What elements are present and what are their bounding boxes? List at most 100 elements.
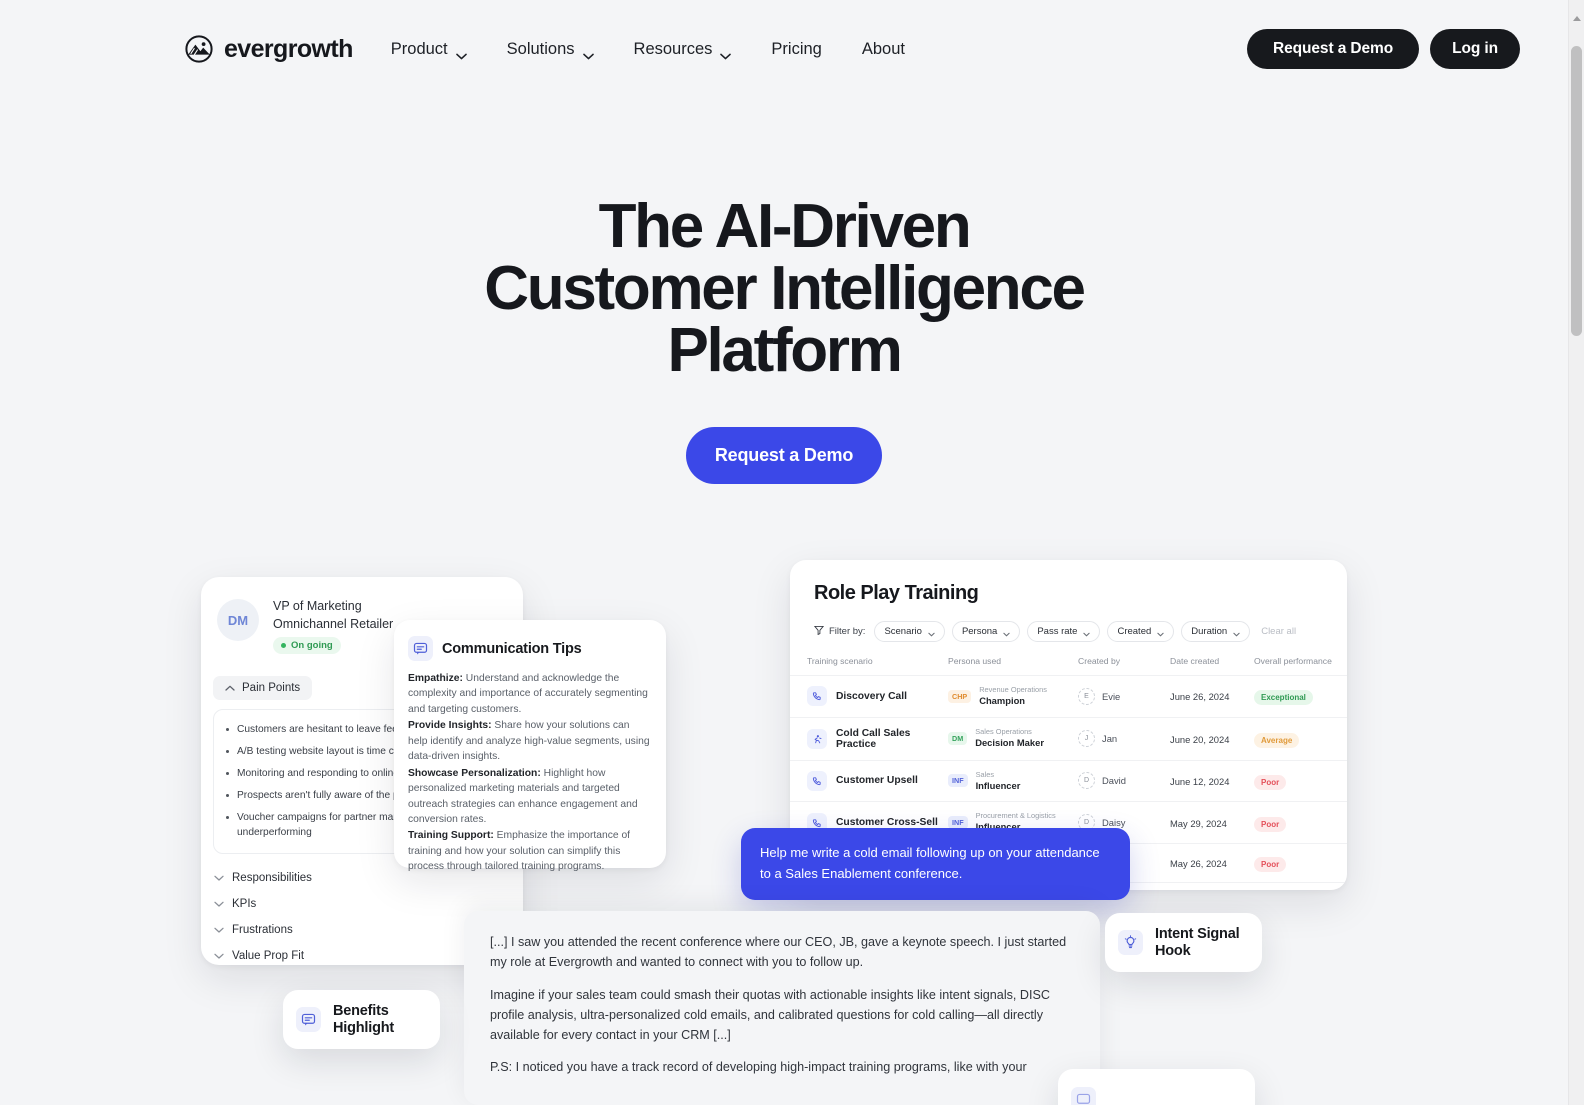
tip-item: Training Support: Emphasize the importan… (408, 828, 651, 874)
filter-chip-created[interactable]: Created (1107, 621, 1175, 642)
chat-bubble-icon (1071, 1086, 1096, 1105)
tag-label: Benefits Highlight (333, 1003, 395, 1036)
hero-line-3: Platform (667, 316, 902, 385)
clear-all-button[interactable]: Clear all (1261, 626, 1296, 637)
date-created: May 26, 2024 (1170, 857, 1227, 869)
landing-page: evergrowth Product Solutions Resources P… (0, 0, 1584, 1105)
tip-label: Training Support: (408, 830, 494, 842)
scenario-name: Cold Call Sales Practice (836, 727, 911, 750)
filter-chip-pass-rate[interactable]: Pass rate (1027, 621, 1101, 642)
persona-type: Champion (979, 694, 1026, 706)
table-row[interactable]: Discovery Call CHP Revenue Operations Ch… (790, 675, 1347, 718)
filter-by-label-group: Filter by: (813, 625, 865, 638)
nav-item-product-label: Product (390, 39, 448, 58)
partial-tag-card (1058, 1069, 1255, 1105)
mountain-circle-logo-icon (185, 35, 213, 63)
status-badge: Average (1254, 732, 1300, 748)
scenario-name: Customer Cross-Sell (836, 817, 938, 829)
scrollbar[interactable] (1568, 0, 1584, 1105)
date-created: June 20, 2024 (1170, 733, 1230, 745)
persona-dept: Procurement & Logistics (975, 811, 1056, 821)
scroll-up-arrow-icon[interactable] (1573, 16, 1581, 21)
nav-links: Product Solutions Resources Pricing Abou… (391, 40, 905, 59)
persona-type: Decision Maker (975, 737, 1044, 749)
sidebar-item-label: Responsibilities (232, 872, 312, 885)
pain-points-toggle[interactable]: Pain Points (213, 676, 313, 701)
persona-badge: CHP (948, 689, 972, 703)
filter-chip-label: Pass rate (1037, 626, 1078, 637)
communication-tips-title: Communication Tips (442, 640, 582, 657)
column-header-date-created: Date created (1170, 656, 1220, 666)
chevron-down-icon (1157, 629, 1164, 637)
tip-label: Showcase Personalization: (408, 767, 541, 779)
persona-role: VP of Marketing (273, 599, 362, 613)
filter-chip-scenario[interactable]: Scenario (874, 621, 945, 642)
funnel-icon (813, 625, 825, 638)
hero-line-1: The AI-Driven (598, 192, 972, 261)
chevron-down-icon (214, 872, 224, 884)
chat-bubble-icon (296, 1007, 321, 1033)
table-header: Training scenario Persona used Created b… (790, 656, 1347, 676)
brand-name: evergrowth (224, 34, 353, 63)
chevron-down-icon (214, 924, 224, 936)
person-run-icon (807, 728, 827, 749)
nav-item-about-label: About (861, 39, 905, 58)
avatar: DM (217, 599, 259, 641)
chevron-down-icon (1233, 629, 1240, 637)
phone-icon (807, 686, 827, 707)
table-row[interactable]: Customer Upsell INF Sales Influencer D D… (790, 759, 1347, 802)
filter-chip-label: Duration (1191, 626, 1228, 637)
chevron-down-icon (1003, 629, 1010, 637)
email-paragraph: Imagine if your sales team could smash t… (490, 987, 1050, 1042)
scenario-name: Customer Upsell (836, 775, 918, 787)
persona-badge: INF (948, 774, 968, 788)
creator-name: Jan (1102, 733, 1118, 745)
filter-chip-label: Created (1117, 626, 1152, 637)
date-created: June 12, 2024 (1170, 775, 1230, 787)
page-title: The AI-Driven Customer Intelligence Plat… (0, 196, 1568, 382)
tip-label: Provide Insights: (408, 720, 492, 732)
filter-chip-label: Persona (961, 626, 998, 637)
sidebar-item-label: Frustrations (232, 924, 293, 937)
top-navigation: evergrowth Product Solutions Resources P… (0, 0, 1568, 98)
hero-line-2: Customer Intelligence (484, 254, 1086, 323)
chevron-down-icon (720, 46, 732, 59)
nav-item-solutions[interactable]: Solutions (507, 40, 594, 59)
sidebar-item-label: KPIs (232, 898, 257, 911)
persona-dept: Revenue Operations (979, 685, 1047, 694)
nav-item-about[interactable]: About (862, 40, 905, 59)
filter-chip-duration[interactable]: Duration (1181, 621, 1251, 642)
sidebar-item-label: Value Prop Fit (232, 950, 305, 963)
tip-item: Provide Insights: Share how your solutio… (408, 718, 651, 764)
brand-logo[interactable]: evergrowth (185, 35, 353, 64)
creator-name: David (1102, 775, 1126, 787)
request-demo-button-nav[interactable]: Request a Demo (1247, 29, 1420, 69)
table-row[interactable]: Cold Call Sales Practice DM Sales Operat… (790, 716, 1347, 761)
hero-section: The AI-Driven Customer Intelligence Plat… (0, 196, 1568, 484)
filter-chip-persona[interactable]: Persona (951, 621, 1021, 642)
column-header-overall-performance: Overall performance (1254, 656, 1332, 666)
status-badge: Poor (1254, 774, 1287, 790)
login-button[interactable]: Log in (1430, 29, 1520, 69)
status-badge: Poor (1254, 856, 1287, 872)
intent-signal-hook-tag: Intent Signal Hook (1105, 913, 1262, 973)
avatar: D (1078, 772, 1095, 790)
lightbulb-icon (1118, 930, 1143, 956)
scrollbar-thumb[interactable] (1571, 46, 1582, 336)
persona-company: Omnichannel Retailer (273, 616, 394, 631)
nav-item-pricing-label: Pricing (771, 39, 822, 58)
status-badge-label: On going (291, 640, 333, 652)
filter-chip-label: Scenario (884, 626, 922, 637)
request-demo-button-hero[interactable]: Request a Demo (686, 427, 882, 484)
communication-tips-card: Communication Tips Empathize: Understand… (394, 620, 666, 872)
communication-tips-body: Empathize: Understand and acknowledge th… (408, 671, 651, 875)
nav-item-resources-label: Resources (633, 39, 713, 58)
nav-item-product[interactable]: Product (391, 40, 467, 59)
date-created: May 29, 2024 (1170, 817, 1227, 829)
generated-email-card: [...] I saw you attended the recent conf… (464, 911, 1100, 1105)
tip-label: Empathize: (408, 673, 463, 684)
status-badge: Poor (1254, 816, 1287, 832)
nav-item-resources[interactable]: Resources (634, 40, 732, 59)
avatar: J (1078, 730, 1095, 748)
nav-item-pricing[interactable]: Pricing (771, 40, 821, 59)
